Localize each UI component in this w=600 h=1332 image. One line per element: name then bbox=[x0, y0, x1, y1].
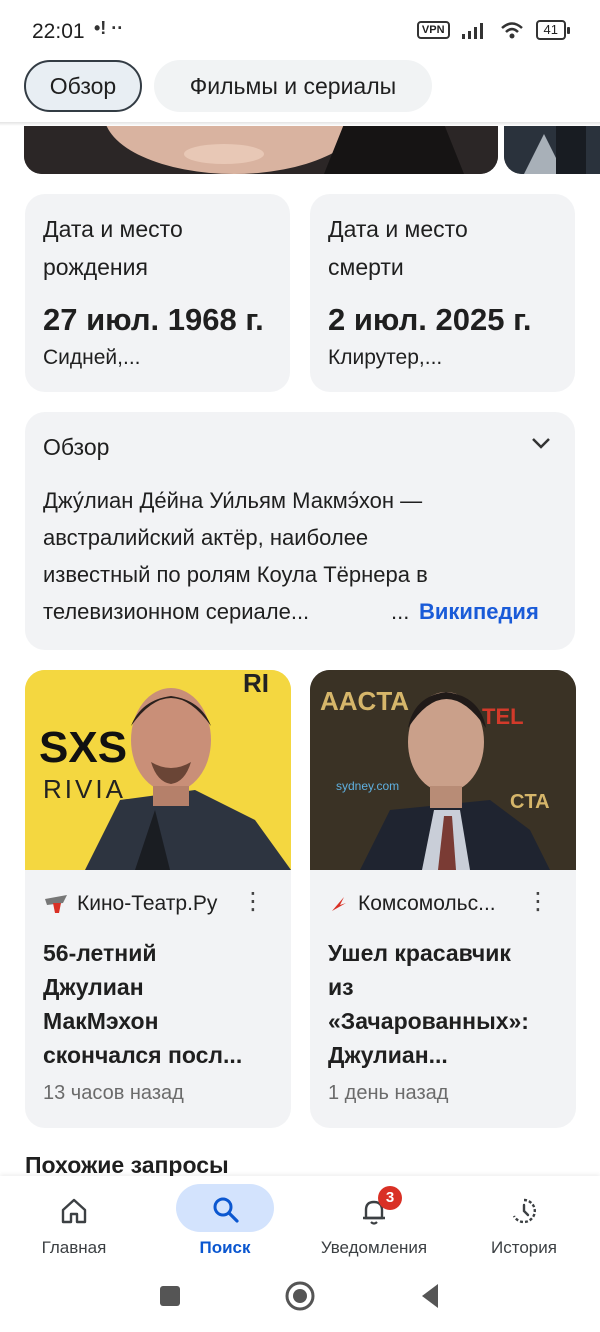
news-image-text: CTA bbox=[510, 791, 550, 813]
history-icon bbox=[512, 1198, 536, 1224]
birth-date: 27 июл. 1968 г. bbox=[43, 302, 264, 337]
wikipedia-link[interactable]: Википедия bbox=[419, 593, 539, 630]
more-options-icon[interactable]: ⋮ bbox=[241, 890, 265, 914]
news-image-text: sydney.com bbox=[336, 779, 399, 793]
news-image: SXS RIVIA RI bbox=[25, 670, 291, 870]
chevron-down-icon[interactable] bbox=[531, 436, 551, 450]
death-label-line1: Дата и место bbox=[328, 216, 468, 242]
birth-label-line2: рождения bbox=[43, 254, 148, 280]
overview-heading: Обзор bbox=[43, 434, 110, 460]
home-button-icon[interactable] bbox=[284, 1280, 316, 1312]
news-source[interactable]: Кино-Театр.Ру bbox=[43, 892, 217, 916]
birth-label-line1: Дата и место bbox=[43, 216, 183, 242]
vpn-icon: VPN bbox=[416, 21, 450, 39]
overview-text-line: австралийский актёр, наиболее bbox=[43, 525, 369, 550]
komsomolskaya-logo-icon bbox=[332, 897, 346, 911]
news-source[interactable]: Комсомольс... bbox=[328, 892, 496, 916]
search-icon bbox=[213, 1197, 239, 1223]
news-title: Ушел красавчик из «Зачарованных»: Джулиа… bbox=[328, 940, 529, 1068]
news-image-text: RIVIA bbox=[43, 774, 126, 804]
nav-history[interactable]: История bbox=[474, 1184, 574, 1257]
news-time: 13 часов назад bbox=[43, 1082, 184, 1104]
tab-films-series[interactable]: Фильмы и сериалы bbox=[154, 60, 432, 112]
death-place: Клирутер,... bbox=[328, 346, 443, 369]
status-bar: 22:01 •! ·· VPN 41 bbox=[0, 0, 600, 60]
overview-ellipsis: ... bbox=[391, 599, 410, 624]
news-image-text: SXS bbox=[39, 723, 127, 772]
bottom-nav: Главная Поиск 3 Уведомления История bbox=[0, 1176, 600, 1268]
death-date: 2 июл. 2025 г. bbox=[328, 302, 532, 337]
news-image: AACTA TEL sydney.com CTA bbox=[310, 670, 576, 870]
nav-notifications[interactable]: 3 Уведомления bbox=[312, 1184, 436, 1257]
news-card[interactable]: AACTA TEL sydney.com CTA Комсомольс... ⋮… bbox=[310, 670, 576, 1128]
home-icon bbox=[61, 1198, 87, 1224]
death-label-line2: смерти bbox=[328, 254, 404, 280]
person-photo-main[interactable] bbox=[24, 124, 498, 174]
news-image-text: AACTA bbox=[320, 686, 409, 716]
notification-icons: •! ·· bbox=[94, 18, 124, 38]
kino-teatr-logo-icon bbox=[45, 895, 67, 913]
battery-icon: 41 bbox=[535, 20, 571, 40]
tab-bar: Обзор Фильмы и сериалы bbox=[0, 58, 600, 124]
nav-home[interactable]: Главная bbox=[24, 1184, 124, 1257]
news-time: 1 день назад bbox=[328, 1082, 449, 1104]
news-source-name: Кино-Театр.Ру bbox=[77, 892, 218, 915]
status-time: 22:01 bbox=[32, 20, 85, 43]
signal-icon bbox=[461, 23, 483, 39]
overview-text-line: Джу́лиан Де́йна Уи́льям Макмэ́хон — bbox=[43, 488, 423, 513]
birth-place: Сидней,... bbox=[43, 346, 141, 369]
system-nav-bar bbox=[0, 1268, 600, 1332]
tab-overview[interactable]: Обзор bbox=[24, 60, 142, 112]
news-card[interactable]: SXS RIVIA RI Кино-Театр.Ру ⋮ 56-летний Д… bbox=[25, 670, 291, 1128]
wifi-icon bbox=[500, 22, 523, 39]
death-info-card[interactable]: Дата и место смерти 2 июл. 2025 г. Клиру… bbox=[310, 194, 575, 392]
notification-badge: 3 bbox=[378, 1186, 402, 1210]
nav-search[interactable]: Поиск bbox=[176, 1184, 274, 1257]
news-image-text: RI bbox=[243, 670, 269, 698]
birth-info-card[interactable]: Дата и место рождения 27 июл. 1968 г. Си… bbox=[25, 194, 290, 392]
recent-apps-icon[interactable] bbox=[158, 1284, 182, 1308]
back-button-icon[interactable] bbox=[418, 1282, 442, 1310]
overview-text-line: телевизионном сериале... ... Википедия bbox=[43, 593, 563, 630]
tab-bar-shadow bbox=[0, 122, 600, 126]
overview-text-line: известный по ролям Коула Тёрнера в bbox=[43, 562, 428, 587]
related-searches-heading: Похожие запросы bbox=[25, 1152, 229, 1176]
person-photo-secondary[interactable] bbox=[504, 124, 600, 174]
more-options-icon[interactable]: ⋮ bbox=[526, 890, 550, 914]
news-title: 56-летний Джулиан МакМэхон скончался пос… bbox=[43, 940, 243, 1068]
overview-card[interactable]: Обзор Джу́лиан Де́йна Уи́льям Макмэ́хон … bbox=[25, 412, 575, 650]
status-icons: VPN 41 bbox=[416, 20, 571, 40]
news-image-text: TEL bbox=[482, 704, 524, 729]
news-source-name: Комсомольс... bbox=[358, 892, 496, 915]
